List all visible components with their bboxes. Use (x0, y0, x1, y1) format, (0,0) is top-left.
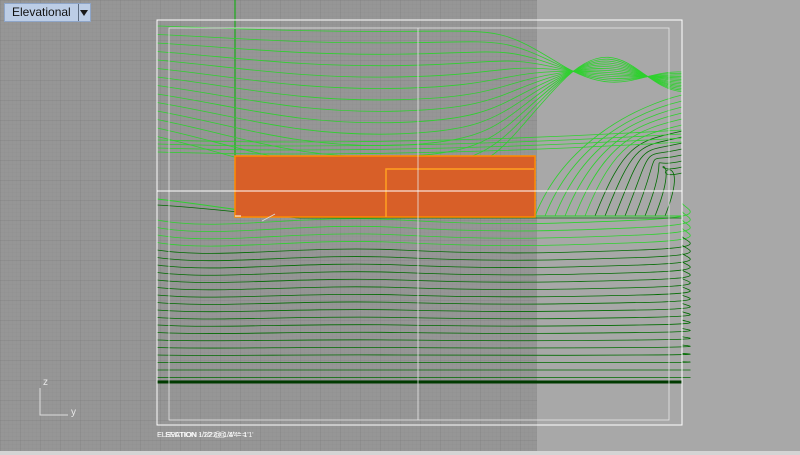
viewport-menu-button[interactable] (77, 4, 90, 21)
viewport-bottom-edge (0, 451, 800, 455)
building-section-fill (234, 155, 536, 218)
axis-label-y: y (71, 407, 76, 418)
view-caption-overlap: SECTION - 1/22 @ 1/4" = 1' (165, 430, 254, 439)
triangle-down-icon (80, 9, 89, 16)
viewport-title-tab[interactable]: Elevational (4, 3, 91, 22)
viewport-title[interactable]: Elevational (5, 4, 78, 21)
grid-lines (0, 0, 537, 452)
axis-label-z: z (43, 377, 48, 388)
elevational-viewport[interactable]: Elevational z y ELEVATION 1/22 @ 1/4" = … (0, 0, 800, 455)
viewport-canvas[interactable] (0, 0, 800, 455)
